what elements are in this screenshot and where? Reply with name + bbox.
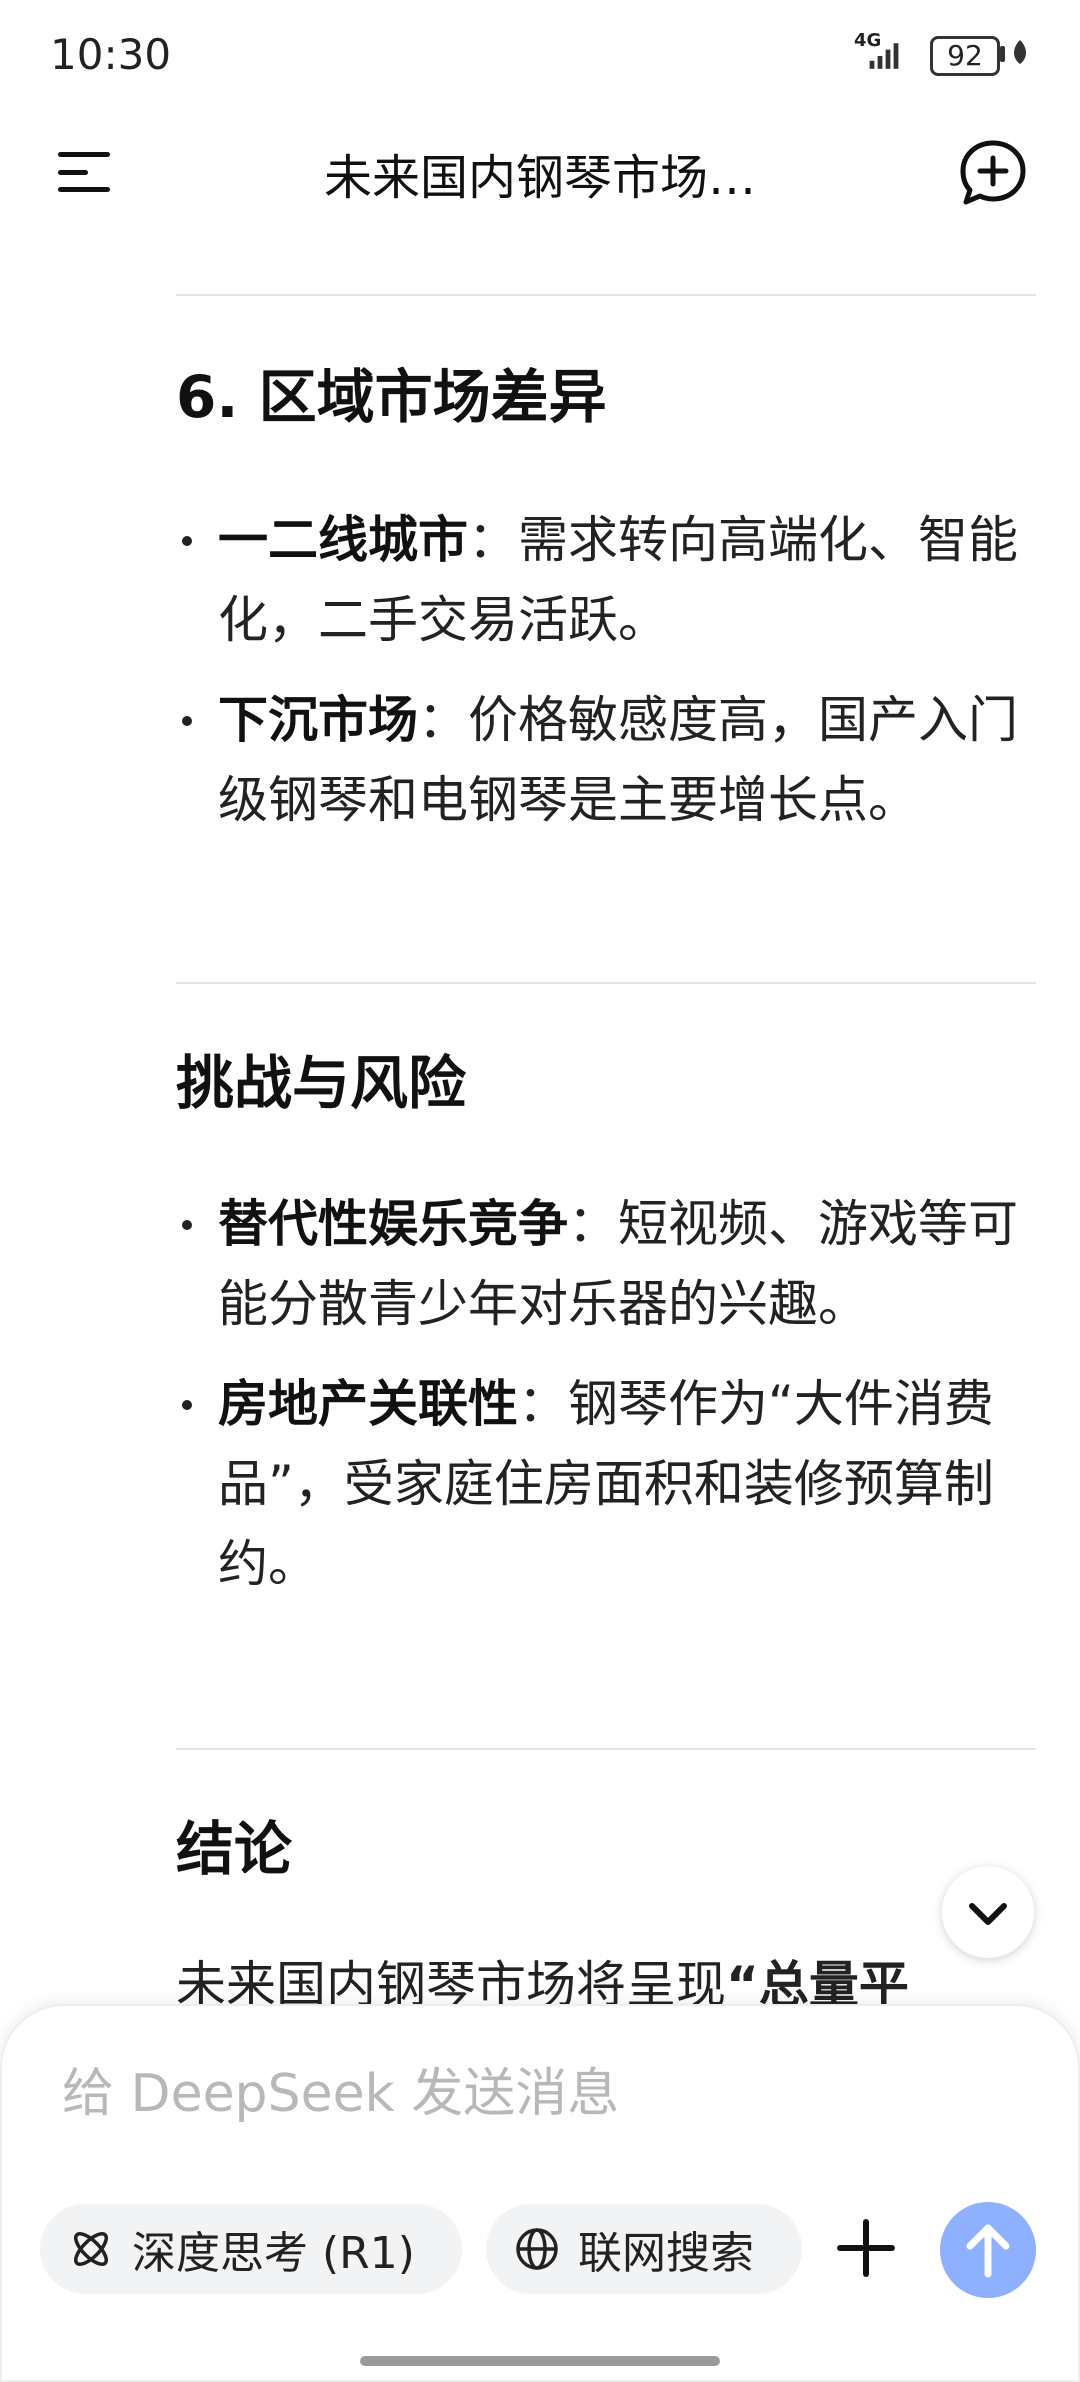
menu-icon[interactable] — [56, 150, 112, 194]
list-item: 下沉市场：价格敏感度高，国产入门级钢琴和电钢琴是主要增长点。 — [176, 680, 1046, 840]
web-search-toggle[interactable]: 联网搜索 — [486, 2204, 802, 2294]
send-button[interactable] — [940, 2202, 1036, 2298]
atom-icon — [74, 2232, 108, 2266]
bullet-list: 一二线城市：需求转向高端化、智能化，二手交易活跃。 下沉市场：价格敏感度高，国产… — [176, 500, 1046, 860]
list-item: 一二线城市：需求转向高端化、智能化，二手交易活跃。 — [176, 500, 1046, 660]
item-bold: 一二线城市 — [218, 511, 468, 569]
arrow-up-icon — [966, 2224, 1010, 2278]
bullet-list: 替代性娱乐竞争：短视频、游戏等可能分散青少年对乐器的兴趣。 房地产关联性：钢琴作… — [176, 1184, 1046, 1624]
divider — [176, 294, 1036, 296]
message-input[interactable] — [60, 2058, 964, 2130]
home-indicator[interactable] — [360, 2356, 720, 2366]
section-heading: 6. 区域市场差异 — [176, 363, 607, 431]
chevron-down-icon — [969, 1903, 1007, 1925]
status-time: 10:30 — [50, 30, 172, 79]
section-heading: 挑战与风险 — [176, 1049, 467, 1117]
deep-think-label: 深度思考 (R1) — [132, 2228, 415, 2279]
item-bold: 替代性娱乐竞争 — [218, 1195, 568, 1253]
globe-icon — [516, 2228, 558, 2270]
battery-cap — [1000, 46, 1005, 62]
leaf-icon — [1014, 40, 1026, 64]
scroll-down-button[interactable] — [942, 1866, 1034, 1958]
item-bold: 房地产关联性 — [218, 1375, 518, 1433]
list-item: 房地产关联性：钢琴作为“大件消费品”，受家庭住房面积和装修预算制约。 — [176, 1364, 1046, 1604]
deep-think-toggle[interactable]: 深度思考 (R1) — [40, 2204, 462, 2294]
web-search-label: 联网搜索 — [578, 2228, 754, 2279]
divider — [176, 1748, 1036, 1750]
list-item: 替代性娱乐竞争：短视频、游戏等可能分散青少年对乐器的兴趣。 — [176, 1184, 1046, 1344]
section-heading: 结论 — [176, 1815, 293, 1883]
new-chat-icon[interactable] — [958, 138, 1028, 208]
signal-icon — [869, 43, 899, 69]
status-bar: 10:30 4G 92 — [0, 0, 1080, 110]
divider — [176, 982, 1036, 984]
plus-icon[interactable] — [836, 2218, 896, 2278]
battery-indicator: 92 — [930, 36, 1000, 76]
page-title: 未来国内钢琴市场… — [323, 150, 756, 206]
item-bold: 下沉市场 — [218, 691, 418, 749]
